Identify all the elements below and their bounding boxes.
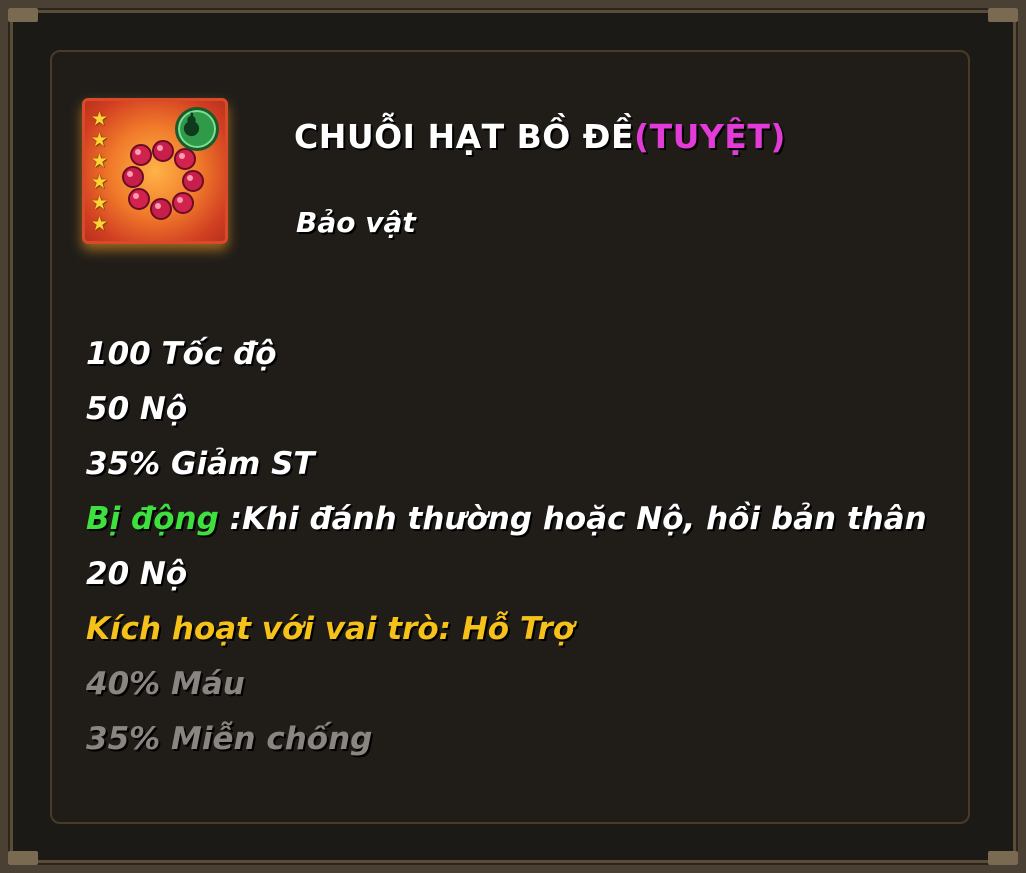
item-name: CHUỖI HẠT BỒ ĐỀ(TUYỆT) — [294, 117, 786, 156]
stat-damage-reduction: 35% Giảm ST — [86, 446, 315, 482]
star-rating: ★ ★ ★ ★ ★ ★ — [91, 109, 108, 234]
star-icon: ★ — [91, 192, 109, 214]
passive-line: Bị động :Khi đánh thường hoặc Nộ, hồi bả… — [86, 499, 927, 539]
item-name-text: CHUỖI HẠT BỒ ĐỀ — [294, 117, 634, 156]
star-icon: ★ — [91, 213, 109, 235]
activation-condition: Kích hoạt với vai trò: Hỗ Trợ — [86, 611, 575, 647]
stat-speed: 100 Tốc độ — [86, 336, 277, 372]
frame-corner — [988, 8, 1018, 22]
item-grade: (TUYỆT) — [634, 117, 786, 156]
star-icon: ★ — [91, 150, 109, 172]
frame-corner — [8, 8, 38, 22]
star-icon: ★ — [91, 171, 109, 193]
stat-rage: 50 Nộ — [86, 391, 188, 427]
activation-bonus-resist: 35% Miễn chống — [86, 721, 373, 757]
item-type: Bảo vật — [296, 206, 416, 239]
star-icon: ★ — [91, 108, 109, 130]
star-icon: ★ — [91, 129, 109, 151]
frame-corner — [8, 851, 38, 865]
gourd-icon — [175, 107, 219, 151]
passive-label: Bị động — [86, 501, 219, 537]
frame-corner — [988, 851, 1018, 865]
item-icon[interactable]: ★ ★ ★ ★ ★ ★ — [82, 98, 228, 244]
activation-bonus-hp: 40% Máu — [86, 666, 245, 702]
passive-text-continued: 20 Nộ — [86, 556, 188, 592]
passive-text: :Khi đánh thường hoặc Nộ, hồi bản thân — [218, 501, 927, 537]
